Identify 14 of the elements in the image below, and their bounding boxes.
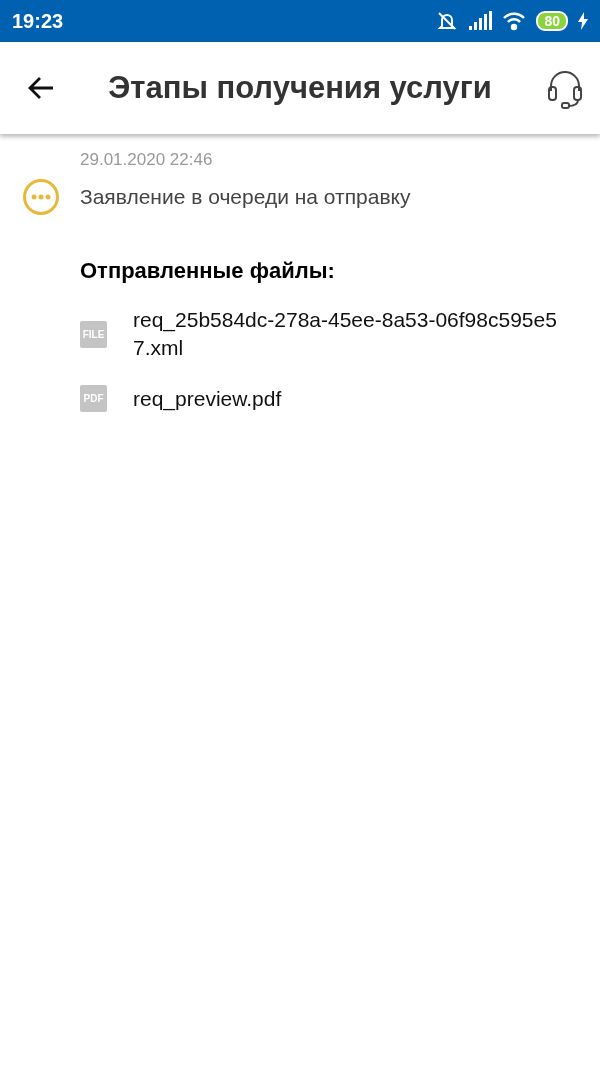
file-type-icon: FILE xyxy=(80,320,107,348)
screen-title: Этапы получения услуги xyxy=(107,70,493,106)
charging-icon xyxy=(578,12,588,30)
muted-bell-icon xyxy=(436,10,459,32)
file-type-icon: PDF xyxy=(80,385,107,413)
event-date: 29.01.2020 22:46 xyxy=(80,150,214,170)
wifi-icon xyxy=(502,11,527,31)
event-status: Заявление в очереди на отправку xyxy=(80,185,411,209)
file-link[interactable]: req_preview.pdf xyxy=(133,384,573,414)
signal-icon xyxy=(468,11,493,31)
clock: 19:23 xyxy=(12,9,64,33)
file-link[interactable]: req_25b584dc-278a-45ee-8a53-06f98c595e57.xml xyxy=(133,306,573,363)
files-heading: Отправленные файлы: xyxy=(80,258,336,284)
battery-level: 80 xyxy=(536,11,568,31)
